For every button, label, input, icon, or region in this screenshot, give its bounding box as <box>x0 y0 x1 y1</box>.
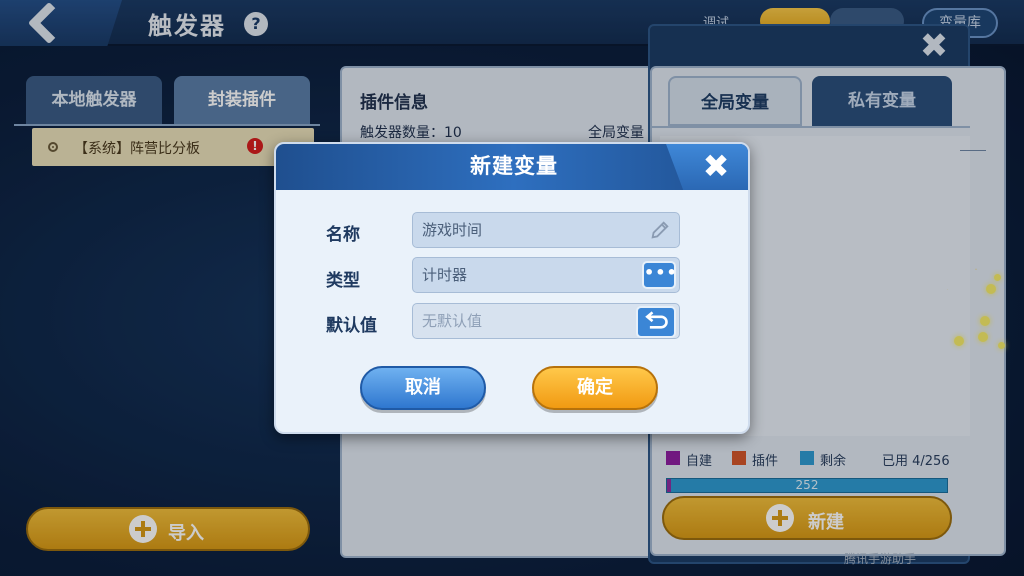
default-value-label: 默认值 <box>326 316 377 336</box>
confirm-button[interactable]: 确定 <box>532 366 658 410</box>
type-field[interactable]: 计时器 ••• <box>412 257 680 293</box>
return-arrow-icon <box>645 311 668 329</box>
name-field[interactable]: 游戏时间 <box>412 212 680 248</box>
pencil-icon[interactable] <box>649 219 671 241</box>
new-variable-dialog: 新建变量 ✖ 名称 游戏时间 类型 计时器 ••• 默认值 无默认值 取消 确定 <box>274 142 750 434</box>
name-value: 游戏时间 <box>422 221 483 239</box>
close-icon[interactable]: ✖ <box>698 148 734 184</box>
default-value-field[interactable]: 无默认值 <box>412 303 680 339</box>
type-label: 类型 <box>326 271 360 291</box>
dialog-header: 新建变量 ✖ <box>276 144 748 190</box>
reset-icon[interactable] <box>636 306 676 338</box>
type-value: 计时器 <box>422 266 468 284</box>
cancel-button[interactable]: 取消 <box>360 366 486 410</box>
default-value-value: 无默认值 <box>422 312 483 330</box>
name-label: 名称 <box>326 225 360 245</box>
dots-icon[interactable]: ••• <box>642 261 677 289</box>
